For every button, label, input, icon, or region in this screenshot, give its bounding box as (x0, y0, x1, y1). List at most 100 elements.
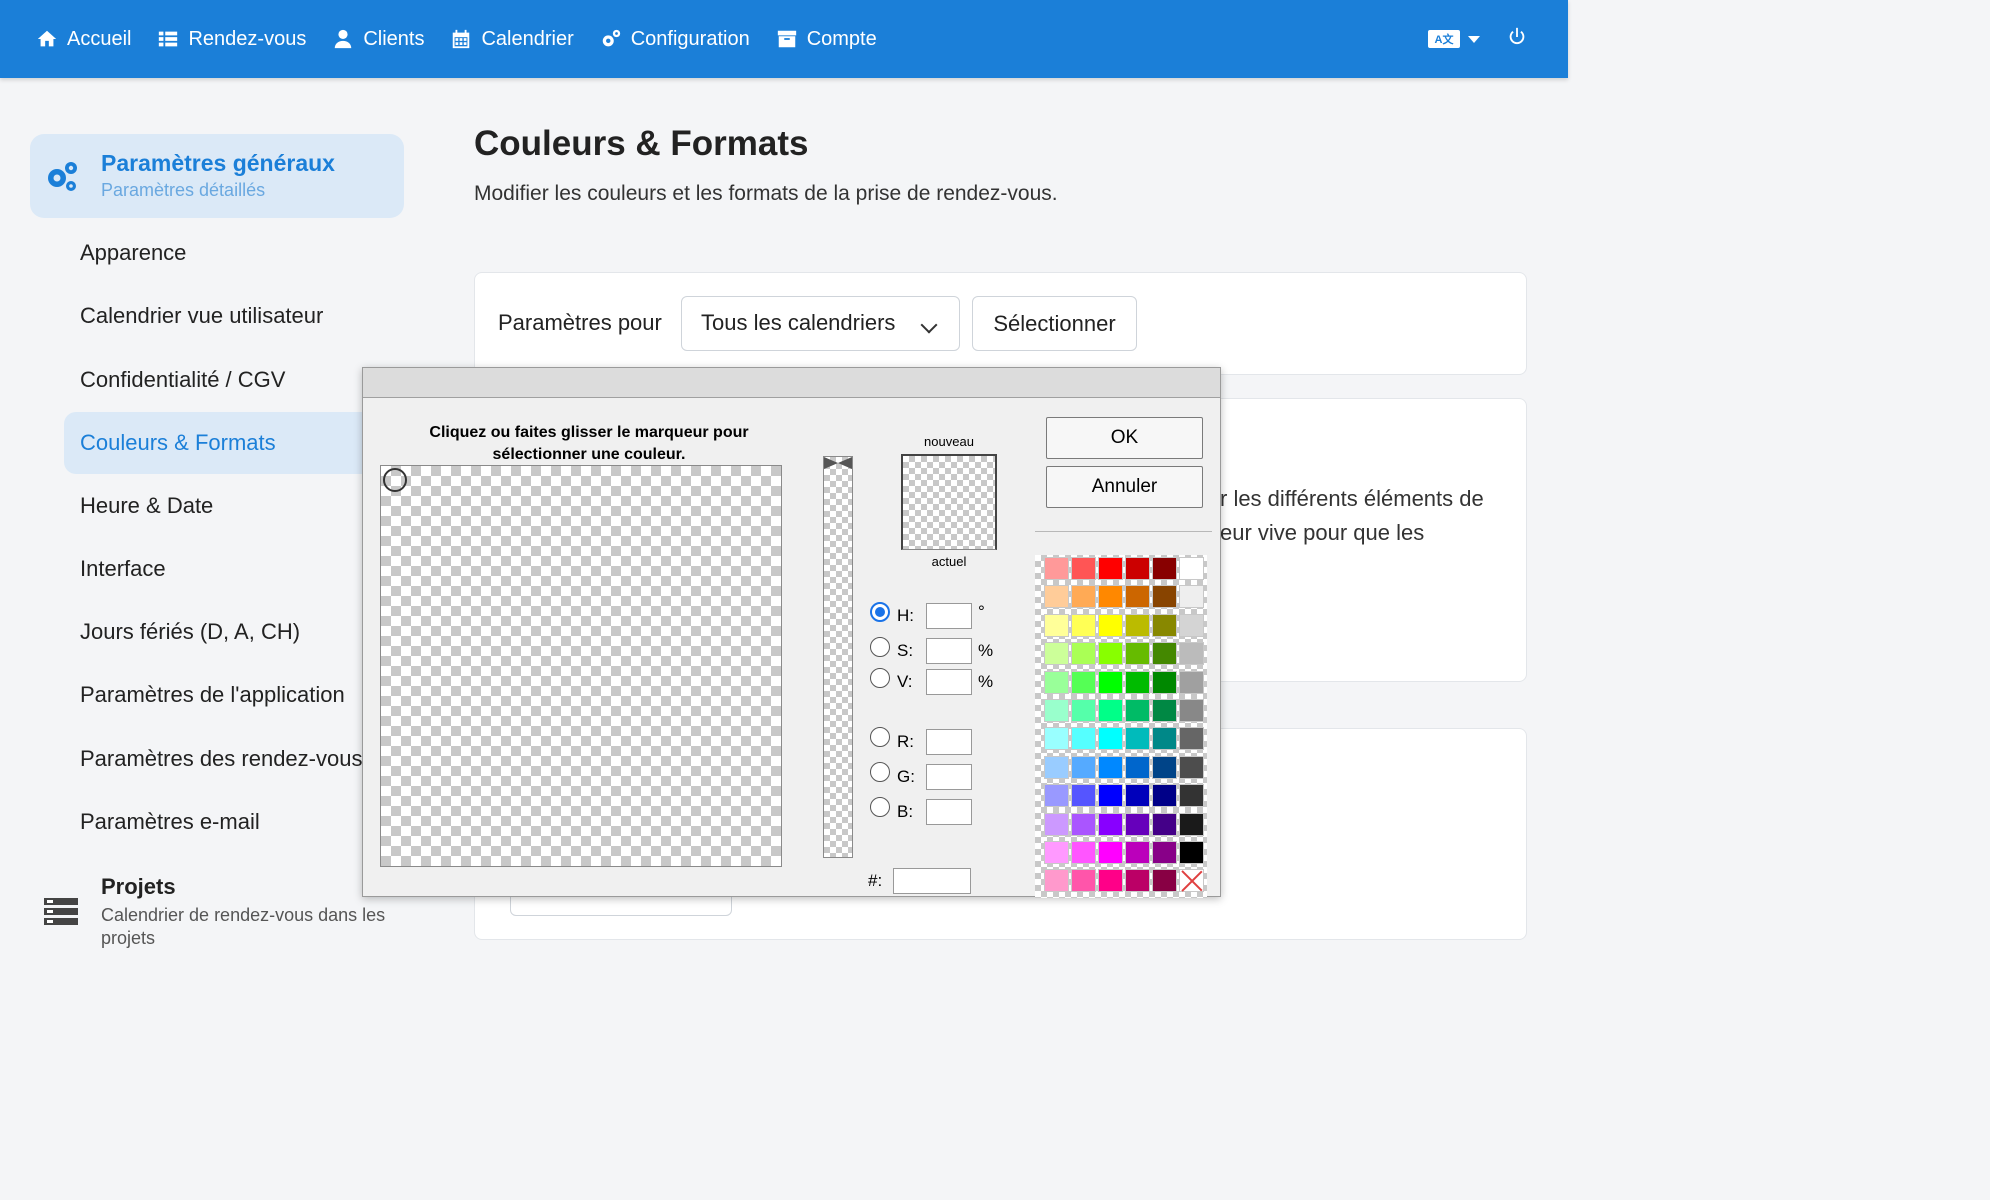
color-swatch[interactable] (1125, 812, 1150, 836)
color-swatch[interactable] (1098, 812, 1123, 836)
radio-hue[interactable] (870, 602, 890, 622)
radio-value[interactable] (870, 668, 890, 688)
color-swatch[interactable] (1071, 841, 1096, 864)
radio-green[interactable] (870, 762, 890, 782)
color-swatch[interactable] (1098, 755, 1123, 779)
color-swatch[interactable] (1098, 585, 1123, 609)
color-swatch[interactable] (1152, 642, 1177, 666)
color-swatch[interactable] (1125, 727, 1150, 751)
color-swatch[interactable] (1125, 841, 1150, 864)
hue-slider[interactable] (823, 456, 853, 858)
color-swatch[interactable] (1179, 812, 1204, 836)
color-swatch[interactable] (1125, 585, 1150, 609)
color-swatch[interactable] (1098, 557, 1123, 580)
color-swatch[interactable] (1044, 557, 1069, 580)
color-marker[interactable] (383, 468, 407, 492)
color-swatch[interactable] (1098, 642, 1123, 666)
nav-accueil[interactable]: Accueil (36, 28, 131, 51)
nav-rendez-vous[interactable]: Rendez-vous (157, 28, 306, 51)
color-swatch[interactable] (1152, 699, 1177, 722)
color-swatch[interactable] (1071, 869, 1096, 893)
red-input[interactable] (926, 729, 972, 755)
radio-red[interactable] (870, 727, 890, 747)
language-dropdown[interactable]: A文 (1428, 30, 1480, 48)
color-swatch[interactable] (1125, 642, 1150, 666)
color-swatch[interactable] (1071, 557, 1096, 580)
color-swatch[interactable] (1098, 699, 1123, 722)
color-swatch[interactable] (1125, 755, 1150, 779)
color-swatch[interactable] (1071, 755, 1096, 779)
color-swatch[interactable] (1179, 784, 1204, 808)
color-swatch[interactable] (1071, 670, 1096, 694)
color-swatch[interactable] (1152, 613, 1177, 637)
color-swatch[interactable] (1098, 869, 1123, 893)
sidebar-item-interface[interactable]: Interface (80, 556, 166, 582)
color-swatch[interactable] (1071, 727, 1096, 751)
color-swatch[interactable] (1098, 670, 1123, 694)
color-swatch[interactable] (1125, 699, 1150, 722)
color-swatch[interactable] (1098, 613, 1123, 637)
sidebar-item-parametres-email[interactable]: Paramètres e-mail (80, 809, 260, 835)
cancel-button[interactable]: Annuler (1046, 466, 1203, 508)
green-input[interactable] (926, 764, 972, 790)
color-swatch[interactable] (1179, 841, 1204, 864)
color-swatch[interactable] (1044, 670, 1069, 694)
color-swatch[interactable] (1071, 812, 1096, 836)
color-swatch[interactable] (1152, 557, 1177, 580)
color-swatch[interactable] (1179, 727, 1204, 751)
color-swatch[interactable] (1044, 585, 1069, 609)
color-swatch[interactable] (1152, 727, 1177, 751)
color-swatch[interactable] (1098, 841, 1123, 864)
color-swatch[interactable] (1071, 585, 1096, 609)
color-swatch[interactable] (1179, 642, 1204, 666)
color-swatch[interactable] (1098, 784, 1123, 808)
color-swatch[interactable] (1179, 699, 1204, 722)
sidebar-item-parametres-application[interactable]: Paramètres de l'application (80, 682, 345, 708)
color-swatch[interactable] (1152, 585, 1177, 609)
color-swatch[interactable] (1044, 812, 1069, 836)
logout-button[interactable] (1506, 26, 1528, 53)
color-swatch[interactable] (1152, 784, 1177, 808)
value-input[interactable] (926, 669, 972, 695)
color-swatch[interactable] (1071, 613, 1096, 637)
hue-input[interactable] (926, 603, 972, 629)
sidebar-item-jours-feries[interactable]: Jours fériés (D, A, CH) (80, 619, 300, 645)
color-swatch[interactable] (1152, 841, 1177, 864)
color-swatch[interactable] (1152, 812, 1177, 836)
color-swatch[interactable] (1098, 727, 1123, 751)
blue-input[interactable] (926, 799, 972, 825)
color-swatch[interactable] (1179, 755, 1204, 779)
color-swatch[interactable] (1044, 869, 1069, 893)
color-swatch[interactable] (1125, 869, 1150, 893)
nav-compte[interactable]: Compte (776, 28, 877, 51)
sidebar-item-calendrier-vue-utilisateur[interactable]: Calendrier vue utilisateur (80, 303, 323, 329)
sidebar-item-parametres-rendez-vous[interactable]: Paramètres des rendez-vous (80, 746, 362, 772)
radio-saturation[interactable] (870, 637, 890, 657)
color-swatch[interactable] (1044, 642, 1069, 666)
color-swatch[interactable] (1152, 670, 1177, 694)
color-swatch[interactable] (1179, 613, 1204, 637)
sidebar-projects-title[interactable]: Projets (101, 874, 176, 900)
color-swatch[interactable] (1179, 670, 1204, 694)
color-swatch[interactable] (1152, 869, 1177, 893)
sidebar-item-confidentialite[interactable]: Confidentialité / CGV (80, 367, 285, 393)
nav-configuration[interactable]: Configuration (600, 28, 750, 51)
color-swatch[interactable] (1071, 784, 1096, 808)
sidebar-header[interactable]: Paramètres généraux Paramètres détaillés (30, 134, 404, 218)
hue-slider-handle-left[interactable] (824, 457, 838, 469)
hue-slider-handle-right[interactable] (838, 457, 852, 469)
color-swatch[interactable] (1044, 784, 1069, 808)
color-swatch[interactable] (1179, 585, 1204, 609)
color-swatch[interactable] (1044, 613, 1069, 637)
color-swatch[interactable] (1071, 642, 1096, 666)
nav-calendrier[interactable]: Calendrier (450, 28, 574, 51)
color-swatch[interactable] (1044, 755, 1069, 779)
color-swatch[interactable] (1125, 613, 1150, 637)
color-swatch[interactable] (1044, 699, 1069, 722)
color-swatch[interactable] (1179, 557, 1204, 580)
ok-button[interactable]: OK (1046, 417, 1203, 459)
color-swatch[interactable] (1125, 557, 1150, 580)
calendar-select[interactable]: Tous les calendriers (681, 296, 960, 351)
nav-clients[interactable]: Clients (332, 28, 424, 51)
sidebar-item-apparence[interactable]: Apparence (80, 240, 186, 266)
